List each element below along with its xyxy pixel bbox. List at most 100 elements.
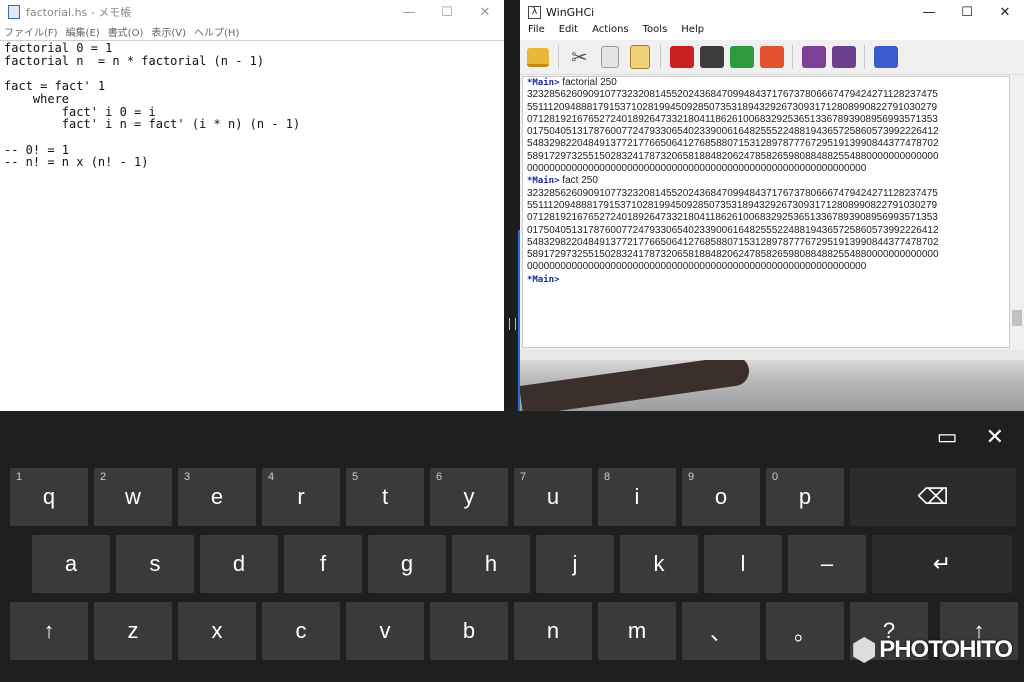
key-row3-6[interactable]: m — [598, 602, 676, 660]
key-row3-1[interactable]: x — [178, 602, 256, 660]
console-scrollbar[interactable] — [1010, 76, 1024, 348]
key-row3-5[interactable]: n — [514, 602, 592, 660]
close-icon[interactable]: ✕ — [986, 5, 1024, 20]
menu-view[interactable]: 表示(V) — [151, 24, 186, 40]
key-u[interactable]: 7u — [514, 468, 592, 526]
minimize-icon[interactable]: — — [390, 5, 428, 20]
key-number-label: 8 — [604, 471, 611, 483]
key-l[interactable]: l — [704, 535, 782, 593]
key-label: h — [484, 551, 498, 576]
close-icon[interactable]: ✕ — [466, 5, 504, 20]
key-y[interactable]: 6y — [430, 468, 508, 526]
copy-icon[interactable] — [596, 44, 623, 71]
output-line: 0712819216765272401892647332180411862610… — [527, 212, 938, 224]
pause-icon[interactable] — [698, 44, 725, 71]
notepad-title: factorial.hs - メモ帳 — [26, 6, 132, 19]
output-line: 5511120948881791537102819945092850735318… — [527, 101, 938, 113]
menu-help[interactable]: Help — [681, 24, 704, 40]
menu-edit[interactable]: 編集(E) — [66, 24, 100, 40]
console-line: *Main> factorial 250 — [523, 77, 1009, 89]
prompt-text: *Main> — [527, 78, 560, 88]
key-e[interactable]: 3e — [178, 468, 256, 526]
notepad-titlebar: factorial.hs - メモ帳 — ☐ ✕ — [0, 0, 504, 24]
maximize-icon[interactable]: ☐ — [948, 5, 986, 20]
key-t[interactable]: 5t — [346, 468, 424, 526]
settings-icon[interactable] — [800, 44, 827, 71]
enter-key[interactable]: ↵ — [872, 535, 1012, 593]
key-row3-3[interactable]: v — [346, 602, 424, 660]
key-k[interactable]: k — [620, 535, 698, 593]
key-label: e — [210, 484, 224, 509]
key-label: c — [295, 618, 307, 643]
key-p[interactable]: 0p — [766, 468, 844, 526]
shift-key[interactable]: ↑ — [10, 602, 88, 660]
run-icon[interactable] — [668, 44, 695, 71]
snap-divider[interactable] — [504, 0, 520, 411]
key-number-label: 0 — [772, 471, 779, 483]
menu-file[interactable]: ファイル(F) — [4, 24, 58, 40]
key-o[interactable]: 9o — [682, 468, 760, 526]
key-d[interactable]: d — [200, 535, 278, 593]
output-line: 3232856260909107732320814552024368470994… — [527, 89, 938, 101]
key-label: k — [653, 551, 665, 576]
open-folder-icon[interactable] — [524, 44, 551, 71]
key-label: b — [462, 618, 476, 643]
backspace-key[interactable]: ⌫ — [850, 468, 1016, 526]
notepad-app-icon — [8, 5, 20, 19]
key-label: p — [798, 484, 812, 509]
cut-icon[interactable]: ✂ — [566, 44, 593, 71]
close-keyboard-icon[interactable]: ✕ — [986, 425, 1004, 450]
tools-icon[interactable] — [830, 44, 857, 71]
toolbar-separator — [864, 45, 865, 69]
photohito-watermark: PHOTOHITO — [853, 636, 1013, 664]
key-a[interactable]: a — [32, 535, 110, 593]
key-label: n — [546, 618, 560, 643]
paste-icon[interactable] — [626, 44, 653, 71]
key-h[interactable]: h — [452, 535, 530, 593]
key-f[interactable]: f — [284, 535, 362, 593]
key-label: x — [211, 618, 223, 643]
notepad-code-text[interactable]: factorial 0 = 1 factorial n = n * factor… — [0, 41, 504, 170]
key-label: v — [379, 618, 391, 643]
key-r[interactable]: 4r — [262, 468, 340, 526]
edit-icon[interactable] — [758, 44, 785, 71]
key-number-label: 6 — [436, 471, 443, 483]
key-q[interactable]: 1q — [10, 468, 88, 526]
menu-tools[interactable]: Tools — [643, 24, 668, 40]
menu-actions[interactable]: Actions — [592, 24, 629, 40]
winghci-titlebar: λ WinGHCi — ☐ ✕ — [520, 0, 1024, 24]
output-line: 3232856260909107732320814552024368470994… — [527, 187, 938, 199]
key-row3-2[interactable]: c — [262, 602, 340, 660]
key-label: o — [714, 484, 728, 509]
menu-format[interactable]: 書式(O) — [108, 24, 144, 40]
menu-help[interactable]: ヘルプ(H) — [194, 24, 239, 40]
key-j[interactable]: j — [536, 535, 614, 593]
key-dash[interactable]: – — [788, 535, 866, 593]
output-line: 5891729732551502832417873206581884820624… — [527, 150, 939, 162]
output-line: 0712819216765272401892647332180411862610… — [527, 113, 938, 125]
menu-edit[interactable]: Edit — [559, 24, 578, 40]
key-w[interactable]: 2w — [94, 468, 172, 526]
output-line: 5511120948881791537102819945092850735318… — [527, 199, 938, 211]
key-row3-4[interactable]: b — [430, 602, 508, 660]
key-i[interactable]: 8i — [598, 468, 676, 526]
reload-icon[interactable] — [728, 44, 755, 71]
prompt-text: *Main> — [527, 274, 560, 285]
scrollbar-thumb[interactable] — [1012, 310, 1022, 326]
key-g[interactable]: g — [368, 535, 446, 593]
menu-file[interactable]: File — [528, 24, 545, 40]
desktop-background — [520, 360, 1024, 411]
minimize-icon[interactable]: — — [910, 5, 948, 20]
key-s[interactable]: s — [116, 535, 194, 593]
dock-keyboard-icon[interactable]: ▭ — [937, 425, 958, 450]
notepad-editor[interactable]: factorial 0 = 1 factorial n = n * factor… — [0, 40, 504, 411]
output-line: 0000000000000000000000000000000000000000… — [527, 261, 867, 273]
maximize-icon[interactable]: ☐ — [428, 5, 466, 20]
key-row3-0[interactable]: z — [94, 602, 172, 660]
ghci-console[interactable]: *Main> factorial 250 3232856260909107732… — [522, 76, 1010, 348]
help-icon[interactable] — [872, 44, 899, 71]
key-label: r — [297, 484, 305, 509]
key-row3-7[interactable]: 、 — [682, 602, 760, 660]
divider-grip-icon[interactable] — [509, 318, 516, 330]
key-row3-8[interactable]: 。 — [766, 602, 844, 660]
